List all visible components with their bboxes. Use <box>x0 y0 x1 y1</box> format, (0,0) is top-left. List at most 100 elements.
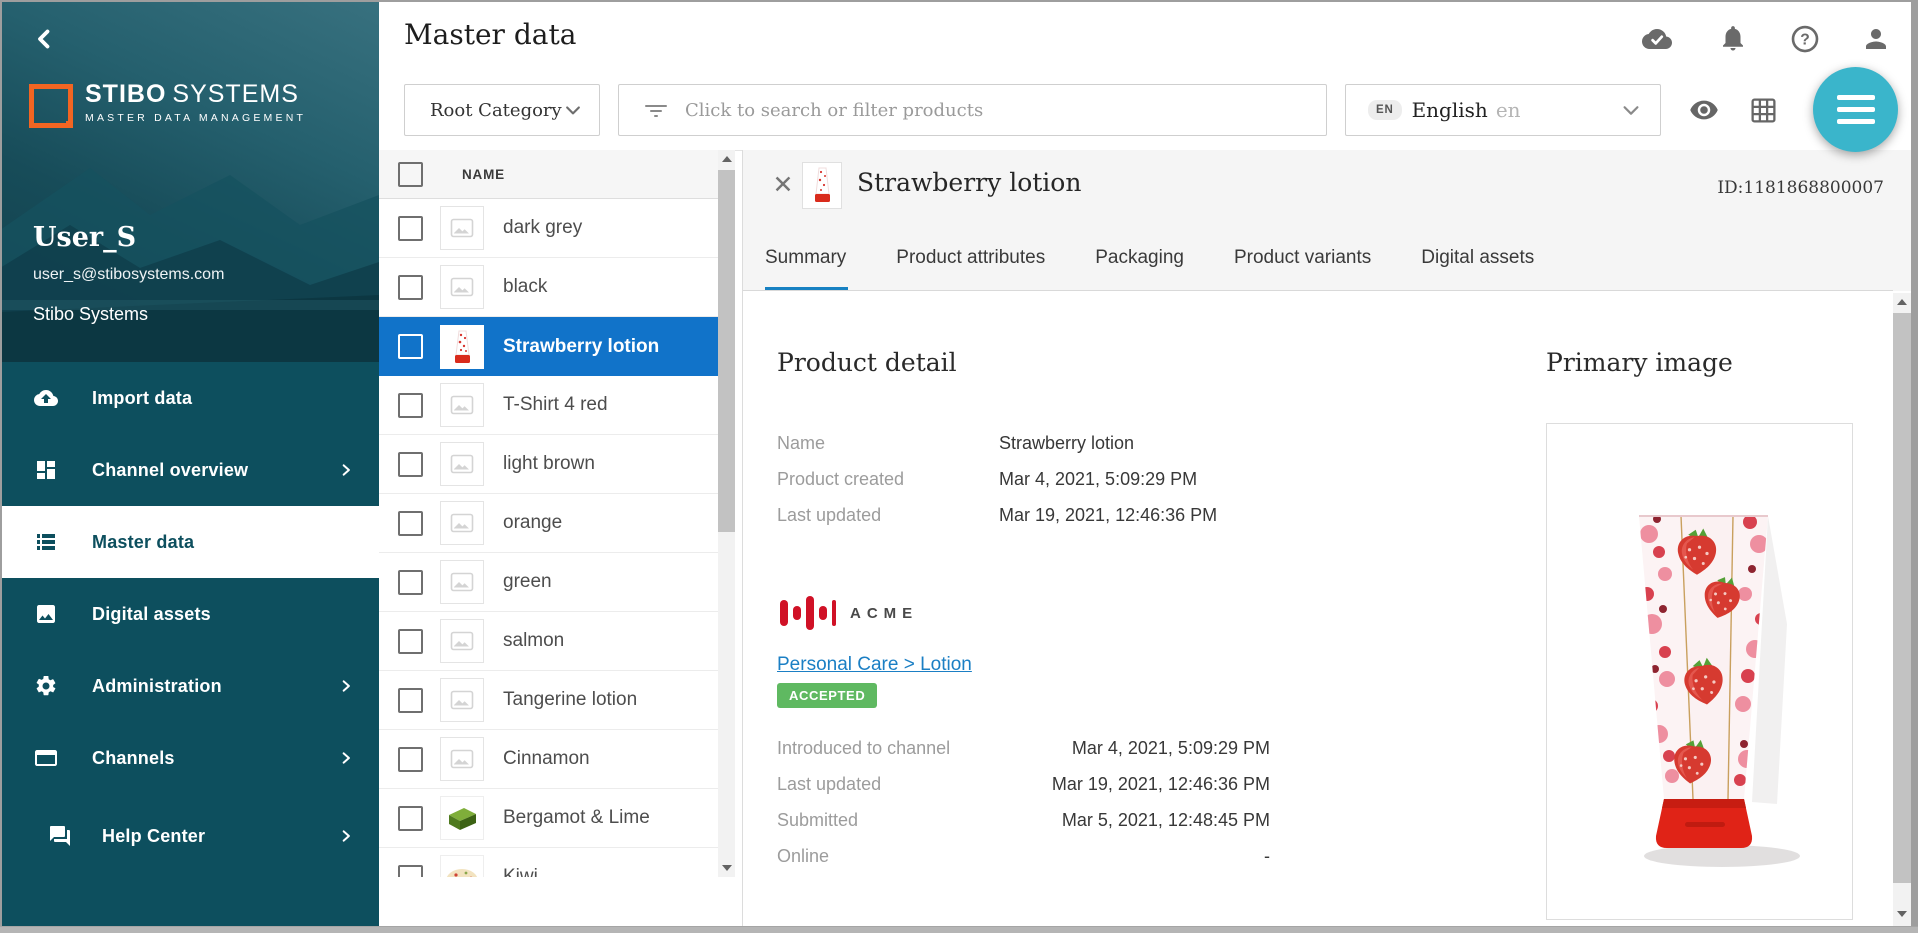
list-item[interactable]: green <box>379 553 718 612</box>
logo-square-icon <box>29 84 73 128</box>
notifications-button[interactable] <box>1718 22 1752 54</box>
product-name: black <box>503 276 547 298</box>
window-border-right <box>1911 0 1918 933</box>
sidebar-item-label: Administration <box>92 676 222 697</box>
list-scroll-down-button[interactable] <box>718 859 735 877</box>
category-selector-dropdown[interactable]: Root Category <box>404 84 600 136</box>
preview-button[interactable] <box>1686 95 1722 125</box>
search-input[interactable] <box>683 99 1326 122</box>
product-name: dark grey <box>503 217 582 239</box>
field-value: Mar 5, 2021, 12:48:45 PM <box>1062 810 1270 831</box>
sidebar-item-digital-assets[interactable]: Digital assets <box>0 578 379 650</box>
name-column-header: NAME <box>462 167 505 182</box>
gear-icon <box>34 674 58 698</box>
brand-logo: ACME <box>778 588 918 638</box>
row-checkbox[interactable] <box>398 275 423 300</box>
tab-product-variants[interactable]: Product variants <box>1234 247 1371 269</box>
row-checkbox[interactable] <box>398 216 423 241</box>
tab-packaging[interactable]: Packaging <box>1095 247 1184 269</box>
list-item[interactable]: T-Shirt 4 red <box>379 376 718 435</box>
row-checkbox[interactable] <box>398 393 423 418</box>
row-checkbox[interactable] <box>398 511 423 536</box>
sidebar-item-master-data[interactable]: Master data <box>0 506 379 578</box>
detail-scroll-down-button[interactable] <box>1893 905 1911 923</box>
user-profile-button[interactable] <box>1861 24 1895 56</box>
product-search-field[interactable] <box>618 84 1327 136</box>
sidebar-item-channels[interactable]: Channels <box>0 722 379 794</box>
field-row: Last updated Mar 19, 2021, 12:46:36 PM <box>777 774 1270 795</box>
eye-icon <box>1686 95 1722 125</box>
detail-scroll-up-button[interactable] <box>1893 293 1911 311</box>
row-checkbox[interactable] <box>398 452 423 477</box>
list-item[interactable]: dark grey <box>379 199 718 258</box>
sidebar: STIBOSYSTEMS MASTER DATA MANAGEMENT User… <box>0 0 379 926</box>
sidebar-item-administration[interactable]: Administration <box>0 650 379 722</box>
stibo-logo: STIBOSYSTEMS MASTER DATA MANAGEMENT <box>29 82 306 130</box>
triangle-up-icon <box>722 156 732 162</box>
placeholder-image-icon <box>440 265 484 309</box>
row-checkbox[interactable] <box>398 865 423 878</box>
hamburger-icon <box>1837 95 1875 100</box>
sidebar-item-import-data[interactable]: Import data <box>0 362 379 434</box>
tab-product-attributes[interactable]: Product attributes <box>896 247 1045 269</box>
sidebar-item-label: Master data <box>92 532 194 553</box>
row-checkbox[interactable] <box>398 570 423 595</box>
sidebar-item-channel-overview[interactable]: Channel overview <box>0 434 379 506</box>
tab-digital-assets[interactable]: Digital assets <box>1421 247 1534 269</box>
list-item[interactable]: light brown <box>379 435 718 494</box>
sidebar-item-help-center[interactable]: Help Center <box>0 800 379 872</box>
sidebar-photo-banner: STIBOSYSTEMS MASTER DATA MANAGEMENT User… <box>0 0 379 362</box>
list-item[interactable]: black <box>379 258 718 317</box>
placeholder-image-icon <box>440 501 484 545</box>
field-row: Product created Mar 4, 2021, 5:09:29 PM <box>777 469 1197 490</box>
sidebar-item-label: Channel overview <box>92 460 248 481</box>
category-breadcrumb-link[interactable]: Personal Care > Lotion <box>777 654 972 676</box>
cloud-sync-button[interactable] <box>1640 24 1674 56</box>
row-checkbox[interactable] <box>398 629 423 654</box>
grid-view-button[interactable] <box>1749 96 1778 125</box>
detail-scrollbar-thumb[interactable] <box>1893 313 1911 883</box>
product-name: light brown <box>503 453 595 475</box>
list-item[interactable]: Bergamot & Lime <box>379 789 718 848</box>
list-scroll-up-button[interactable] <box>718 150 735 168</box>
chevron-right-icon <box>339 751 353 765</box>
field-row: Introduced to channel Mar 4, 2021, 5:09:… <box>777 738 1270 759</box>
list-item[interactable]: salmon <box>379 612 718 671</box>
language-selector-dropdown[interactable]: EN English en <box>1345 84 1661 136</box>
list-item[interactable]: orange <box>379 494 718 553</box>
user-organization: Stibo Systems <box>33 304 148 325</box>
placeholder-image-icon <box>440 619 484 663</box>
product-name: Cinnamon <box>503 748 590 770</box>
dashboard-icon <box>34 458 58 482</box>
chevron-down-icon <box>1620 99 1642 121</box>
select-all-checkbox[interactable] <box>398 162 423 187</box>
close-button[interactable]: ✕ <box>770 172 796 198</box>
help-circle-icon: ? <box>1790 24 1820 54</box>
tab-summary[interactable]: Summary <box>765 247 846 269</box>
sidebar-item-label: Channels <box>92 748 175 769</box>
field-label: Online <box>777 846 829 867</box>
placeholder-image-icon <box>440 442 484 486</box>
list-item[interactable]: Kiwi <box>379 848 718 877</box>
sidebar-item-label: Import data <box>92 388 192 409</box>
detail-tabs: Summary Product attributes Packaging Pro… <box>765 247 1534 269</box>
category-selector-value: Root Category <box>430 100 562 121</box>
list-header: NAME <box>379 150 718 199</box>
list-item-selected[interactable]: Strawberry lotion <box>379 317 718 376</box>
row-checkbox[interactable] <box>398 806 423 831</box>
row-checkbox[interactable] <box>398 747 423 772</box>
list-item[interactable]: Tangerine lotion <box>379 671 718 730</box>
main-menu-fab[interactable] <box>1813 67 1898 152</box>
row-checkbox[interactable] <box>398 688 423 713</box>
sidebar-item-label: Help Center <box>102 826 205 847</box>
list-scrollbar-thumb[interactable] <box>718 170 735 532</box>
row-checkbox[interactable] <box>398 334 423 359</box>
sidebar-collapse-button[interactable] <box>30 24 60 54</box>
user-name: User_S <box>33 222 136 253</box>
chevron-right-icon <box>339 829 353 843</box>
help-button[interactable]: ? <box>1790 24 1824 56</box>
status-badge: ACCEPTED <box>777 683 877 708</box>
product-name: Bergamot & Lime <box>503 807 650 829</box>
field-label: Submitted <box>777 810 858 831</box>
list-item[interactable]: Cinnamon <box>379 730 718 789</box>
